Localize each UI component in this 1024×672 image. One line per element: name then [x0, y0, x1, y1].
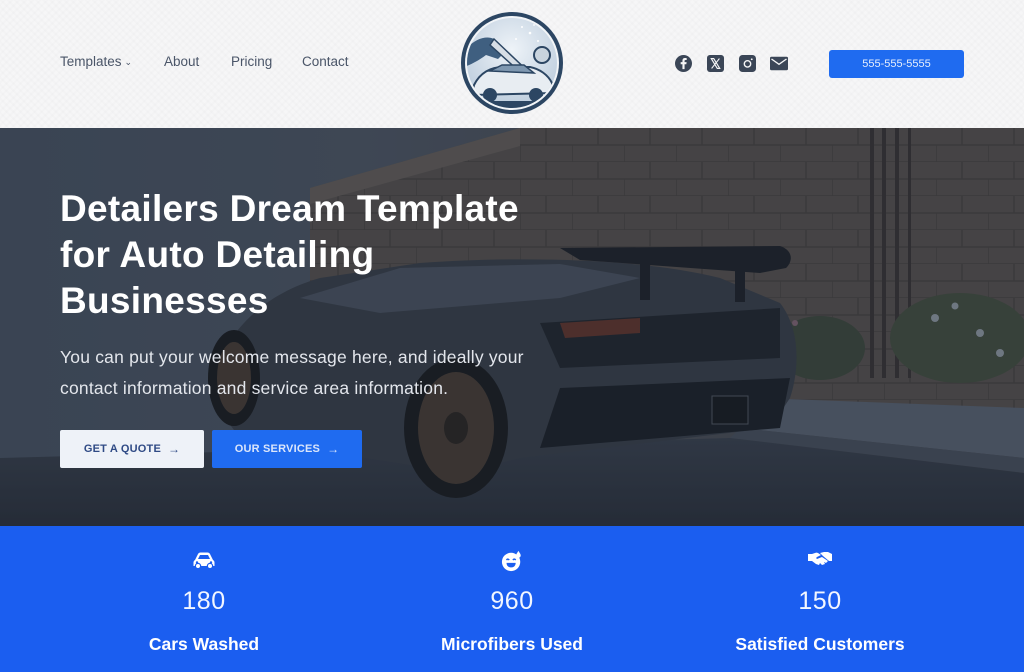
main-nav: Templates ⌄ About Pricing Contact	[60, 54, 362, 69]
button-label: GET A QUOTE	[83, 443, 161, 455]
smile-sweat-icon	[500, 550, 524, 572]
nav-item-label: About	[164, 54, 200, 69]
car-icon	[192, 550, 216, 570]
nav-item-pricing[interactable]: Pricing	[231, 54, 302, 69]
phone-number: 555-555-5555	[862, 58, 931, 70]
hero-text-line: contact information and service area inf…	[60, 378, 449, 398]
nav-item-label: Contact	[302, 54, 349, 69]
hero-title-line: for Auto Detailing	[60, 234, 375, 275]
stat-value: 960	[490, 587, 534, 615]
hero-title: Detailers Dream Template for Auto Detail…	[60, 186, 519, 324]
x-icon[interactable]	[706, 54, 724, 72]
stat-label: Cars Washed	[148, 634, 260, 654]
email-icon[interactable]	[770, 54, 788, 72]
nav-item-label: Pricing	[231, 54, 273, 69]
hero-welcome-text: You can put your welcome message here, a…	[60, 342, 524, 404]
get-a-quote-button[interactable]: GET A QUOTE →	[60, 430, 204, 468]
stat-value: 150	[798, 587, 842, 615]
chevron-down-icon: ⌄	[124, 57, 133, 67]
stats-section: 180 Cars Washed 960 Microfibers Used 150…	[0, 526, 1024, 672]
handshake-icon	[808, 550, 832, 570]
our-services-button[interactable]: OUR SERVICES →	[212, 430, 362, 468]
stat-label: Microfibers Used	[441, 634, 583, 654]
arrow-right-icon: →	[327, 442, 340, 456]
car-wash-logo-icon	[461, 12, 563, 114]
nav-item-about[interactable]: About	[164, 54, 231, 69]
nav-item-contact[interactable]: Contact	[302, 54, 362, 69]
arrow-right-icon: →	[167, 442, 181, 456]
stat-label: Satisfied Customers	[735, 634, 905, 654]
stat-value: 180	[182, 587, 226, 615]
hero-title-line: Businesses	[60, 280, 269, 321]
hero-text-line: You can put your welcome message here, a…	[60, 347, 524, 367]
site-logo[interactable]	[460, 11, 564, 115]
instagram-icon[interactable]	[738, 54, 756, 72]
nav-item-label: Templates	[60, 54, 122, 69]
hero-title-line: Detailers Dream Template	[60, 188, 519, 229]
social-links	[674, 54, 788, 72]
hero-section: Detailers Dream Template for Auto Detail…	[0, 128, 1024, 526]
phone-button[interactable]: 555-555-5555	[829, 50, 964, 78]
button-label: OUR SERVICES	[234, 443, 321, 455]
site-header: Templates ⌄ About Pricing Contact 555-55…	[0, 0, 1024, 128]
nav-item-templates[interactable]: Templates ⌄	[60, 54, 164, 69]
facebook-icon[interactable]	[674, 54, 692, 72]
